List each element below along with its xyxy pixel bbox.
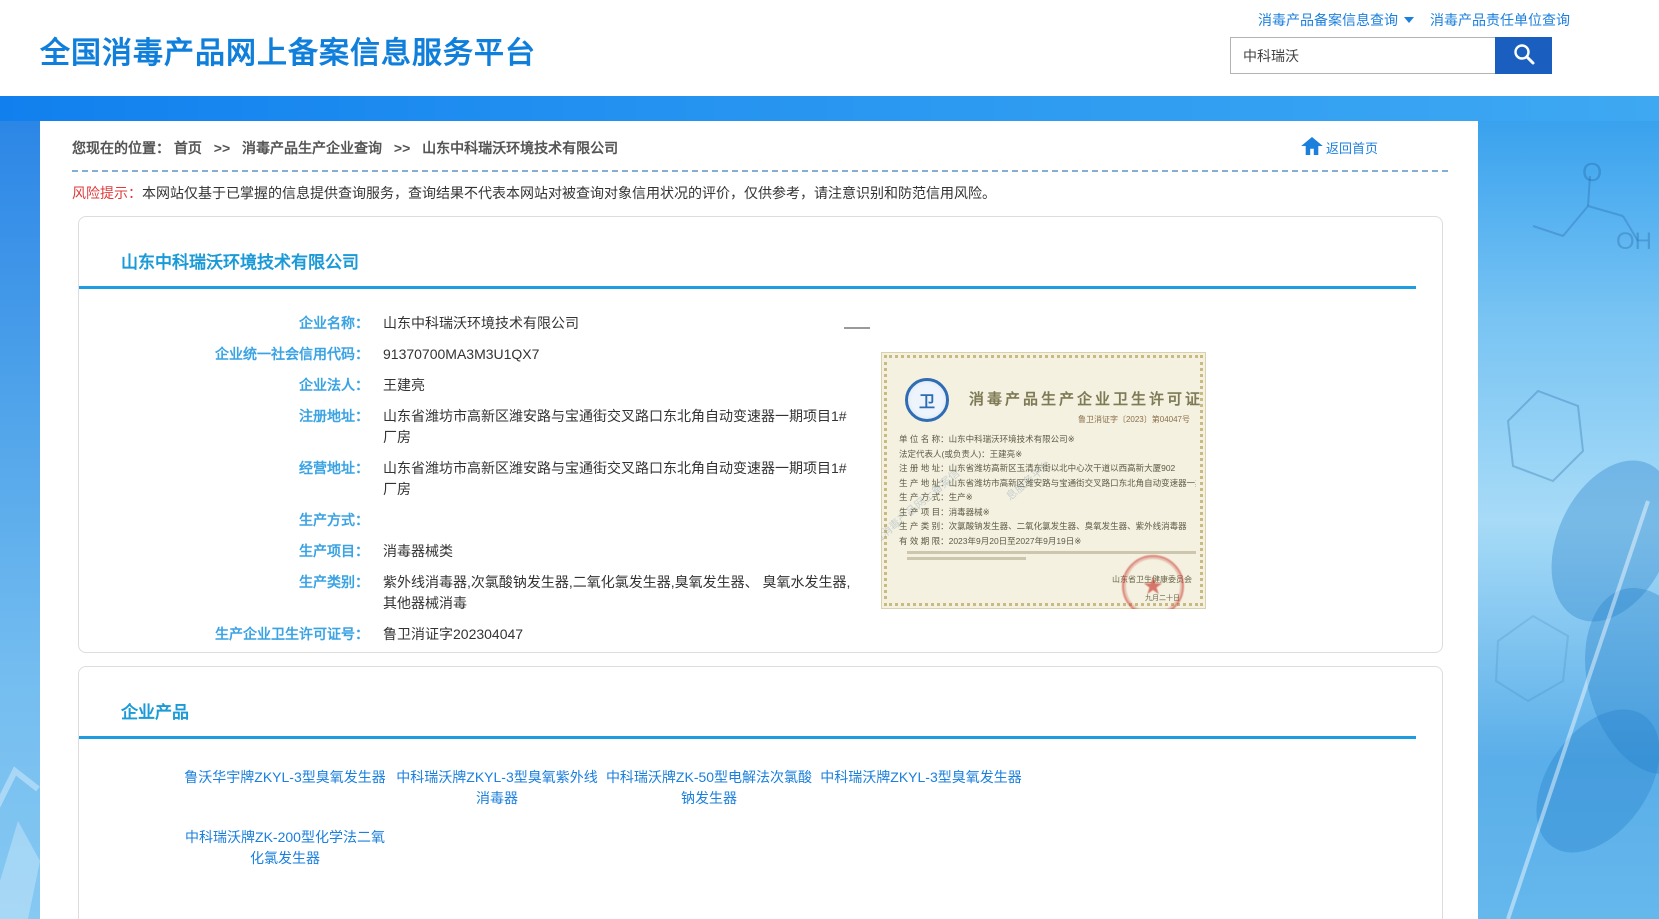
product-grid: 鲁沃华宇牌ZKYL-3型臭氧发生器 中科瑞沃牌ZKYL-3型臭氧紫外线消毒器 中… <box>79 767 1129 887</box>
company-products-card: 企业产品 鲁沃华宇牌ZKYL-3型臭氧发生器 中科瑞沃牌ZKYL-3型臭氧紫外线… <box>78 666 1443 919</box>
certificate-line: 生 产 项 目：消毒器械※ <box>899 505 1196 520</box>
field-row-production-project: 生产项目： 消毒器械类 <box>79 541 899 562</box>
risk-notice-label: 风险提示： <box>72 185 142 201</box>
site-title: 全国消毒产品网上备案信息服务平台 <box>40 28 536 72</box>
page: 全国消毒产品网上备案信息服务平台 消毒产品备案信息查询 消毒产品责任单位查询 <box>0 0 1659 919</box>
breadcrumb-separator: >> <box>394 140 410 156</box>
red-seal-icon: ★ <box>1122 555 1184 609</box>
breadcrumb-enterprise-query-link[interactable]: 消毒产品生产企业查询 <box>242 140 382 156</box>
breadcrumb-prefix: 您现在的位置： <box>72 140 170 156</box>
certificate-line: 有 效 期 限：2023年9月20日至2027年9月19日※ <box>899 534 1196 549</box>
certificate-line: 生 产 方 式：生产※ <box>899 490 1196 505</box>
card-title-rule <box>79 286 1416 289</box>
product-link[interactable]: 中科瑞沃牌ZK-200型化学法二氧化氯发生器 <box>179 827 391 869</box>
field-row-license-number: 生产企业卫生许可证号： 鲁卫消证字202304047 <box>79 624 899 645</box>
risk-notice-text: 本网站仅基于已掌握的信息提供查询服务，查询结果不代表本网站对被查询对象信用状况的… <box>142 185 996 201</box>
header-right: 消毒产品备案信息查询 消毒产品责任单位查询 <box>1230 10 1570 74</box>
search-button[interactable] <box>1495 37 1552 74</box>
breadcrumb: 您现在的位置： 首页 >> 消毒产品生产企业查询 >> 山东中科瑞沃环境技术有限… <box>72 138 618 158</box>
field-row-business-address: 经营地址： 山东省潍坊市高新区潍安路与宝通街交叉路口东北角自动变速器一期项目1#… <box>79 458 899 500</box>
nav-filing-info-query[interactable]: 消毒产品备案信息查询 <box>1258 10 1414 30</box>
main-area: O OH 您现在的位置： 首页 >> 消毒产品生产企业查询 >> <box>0 121 1659 919</box>
svg-text:OH: OH <box>1616 228 1652 255</box>
svg-text:O: O <box>1582 157 1602 187</box>
certificate-line: 生 产 类 别：次氯酸钠发生器、二氧化氯发生器、臭氧发生器、紫外线消毒器 <box>899 519 1196 534</box>
right-background-decor: O OH <box>1478 121 1659 919</box>
field-row-production-method: 生产方式： <box>79 510 899 531</box>
product-link[interactable]: 中科瑞沃牌ZKYL-3型臭氧发生器 <box>815 767 1027 809</box>
product-link[interactable]: 中科瑞沃牌ZK-50型电解法次氯酸钠发生器 <box>603 767 815 809</box>
search-input[interactable] <box>1230 37 1495 74</box>
certificate-line: 单 位 名 称：山东中科瑞沃环境技术有限公司※ <box>899 432 1196 447</box>
field-row-registered-address: 注册地址： 山东省潍坊市高新区潍安路与宝通街交叉路口东北角自动变速器一期项目1#… <box>79 406 899 448</box>
certificate-line: 法定代表人(或负责人)：王建亮※ <box>899 447 1196 462</box>
back-home-label: 返回首页 <box>1326 138 1378 157</box>
field-row-credit-code: 企业统一社会信用代码： 91370700MA3M3U1QX7 <box>79 344 899 365</box>
risk-notice: 风险提示：本网站仅基于已掌握的信息提供查询服务，查询结果不代表本网站对被查询对象… <box>72 183 1446 203</box>
certificate-line: 注 册 地 址：山东省潍坊高新区玉清东街以北中心次干道以西高新大厦902 <box>899 461 1196 476</box>
product-link[interactable]: 中科瑞沃牌ZKYL-3型臭氧紫外线消毒器 <box>391 767 603 809</box>
certificate-fineprint <box>907 557 1026 560</box>
dashed-divider <box>72 170 1448 172</box>
card-title-rule <box>79 736 1416 739</box>
search-icon <box>1512 42 1536 69</box>
field-row-company-name: 企业名称： 山东中科瑞沃环境技术有限公司 <box>79 313 899 334</box>
field-row-legal-person: 企业法人： 王建亮 <box>79 375 899 396</box>
health-emblem-icon: 卫 <box>905 378 949 422</box>
breadcrumb-current: 山东中科瑞沃环境技术有限公司 <box>422 140 618 156</box>
license-certificate-image[interactable]: 全国消毒产品网上备案信 息服务平台 卫 消毒产品生产企业卫生许可证 鲁卫消证字〔… <box>881 352 1206 609</box>
certificate-title: 消毒产品生产企业卫生许可证 <box>969 388 1203 409</box>
breadcrumb-separator: >> <box>214 140 230 156</box>
breadcrumb-home-link[interactable]: 首页 <box>174 140 202 156</box>
certificate-fields: 单 位 名 称：山东中科瑞沃环境技术有限公司※ 法定代表人(或负责人)：王建亮※… <box>899 432 1196 560</box>
certificate-fineprint <box>907 551 1196 554</box>
products-section-title: 企业产品 <box>79 667 1442 723</box>
product-link[interactable]: 鲁沃华宇牌ZKYL-3型臭氧发生器 <box>179 767 391 809</box>
nav-filing-info-query-label: 消毒产品备案信息查询 <box>1258 10 1398 30</box>
content-panel: 您现在的位置： 首页 >> 消毒产品生产企业查询 >> 山东中科瑞沃环境技术有限… <box>40 121 1478 919</box>
search-bar <box>1230 37 1552 74</box>
certificate-number: 鲁卫消证字〔2023〕第04047号 <box>1078 414 1190 425</box>
field-row-production-category: 生产类别： 紫外线消毒器,次氯酸钠发生器,二氧化氯发生器,臭氧发生器、 臭氧水发… <box>79 572 899 614</box>
company-name-title: 山东中科瑞沃环境技术有限公司 <box>79 217 1442 273</box>
chevron-down-icon <box>1404 17 1414 23</box>
back-home-link[interactable]: 返回首页 <box>1301 137 1378 158</box>
placeholder-dash <box>844 327 870 329</box>
breadcrumb-row: 您现在的位置： 首页 >> 消毒产品生产企业查询 >> 山东中科瑞沃环境技术有限… <box>40 121 1478 158</box>
site-header: 全国消毒产品网上备案信息服务平台 消毒产品备案信息查询 消毒产品责任单位查询 <box>0 0 1659 96</box>
company-info-card: 山东中科瑞沃环境技术有限公司 企业名称： 山东中科瑞沃环境技术有限公司 企业统一… <box>78 216 1443 653</box>
header-band <box>0 96 1659 121</box>
company-fields: 企业名称： 山东中科瑞沃环境技术有限公司 企业统一社会信用代码： 9137070… <box>79 313 899 653</box>
top-nav: 消毒产品备案信息查询 消毒产品责任单位查询 <box>1230 10 1570 30</box>
left-background-decor <box>0 121 40 919</box>
nav-responsible-unit-query[interactable]: 消毒产品责任单位查询 <box>1430 10 1570 30</box>
certificate-line: 生 产 地 址：山东省潍坊市高新区潍安路与宝通街交叉路口东北角自动变速器一期 <box>899 476 1196 491</box>
home-icon <box>1301 137 1326 158</box>
